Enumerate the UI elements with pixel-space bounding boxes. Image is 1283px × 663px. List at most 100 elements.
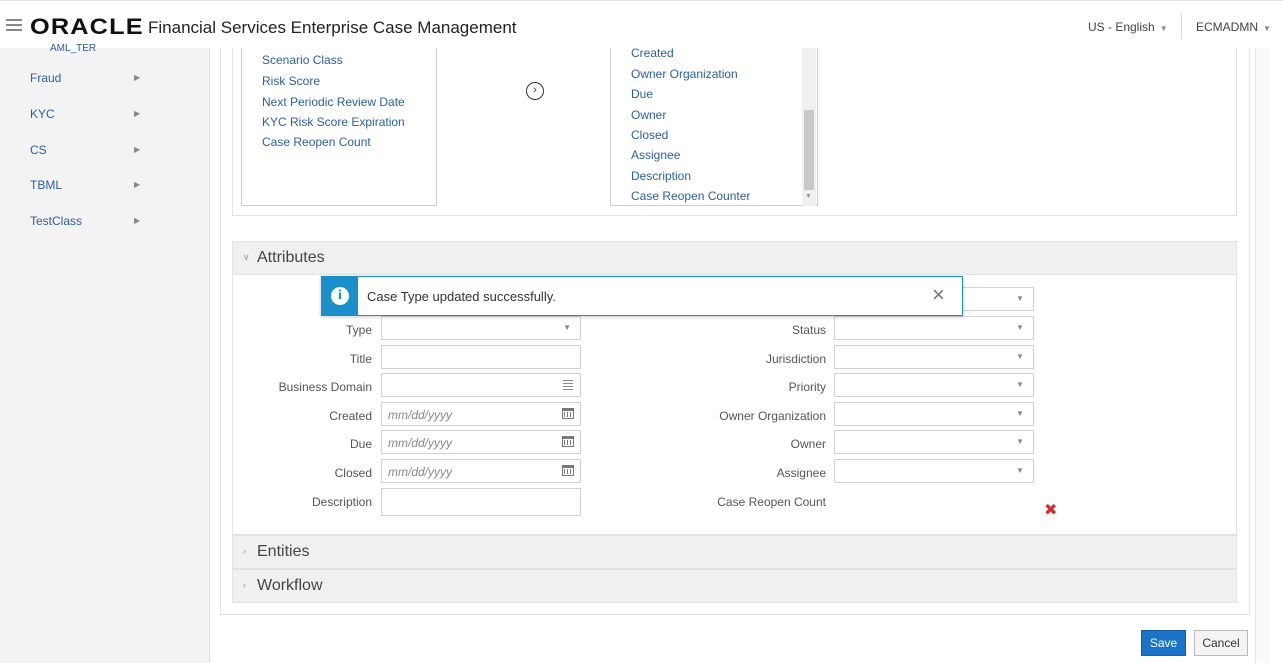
calendar-icon[interactable]: [562, 436, 574, 447]
chevron-down-icon: ▼: [1263, 24, 1271, 33]
hamburger-menu-icon[interactable]: [6, 19, 22, 31]
owner-organization-label: Owner Organization: [719, 409, 826, 423]
success-toast: i Case Type updated successfully. ×: [321, 276, 963, 316]
calendar-icon[interactable]: [562, 465, 574, 476]
assignee-select[interactable]: ▼: [834, 459, 1034, 483]
list-icon[interactable]: [563, 380, 573, 390]
chevron-right-icon: ▶: [134, 145, 141, 154]
title-input[interactable]: [381, 345, 581, 369]
description-input[interactable]: [381, 488, 581, 516]
section-title: Workflow: [257, 577, 323, 594]
business-domain-label: Business Domain: [278, 380, 372, 394]
save-button[interactable]: Save: [1141, 630, 1186, 656]
selected-list-scrollbar[interactable]: ▼: [802, 48, 816, 206]
due-date-input[interactable]: mm/dd/yyyy: [381, 430, 581, 454]
chevron-down-icon: ▼: [1159, 24, 1168, 33]
chevron-down-icon: ▼: [1016, 466, 1024, 475]
section-attributes[interactable]: ∨ Attributes: [232, 241, 1237, 275]
selected-field-item[interactable]: Case Reopen Counter: [631, 189, 750, 203]
type-select[interactable]: ▼: [381, 316, 581, 340]
sidebar: AML_TER Fraud ▶ KYC ▶ CS ▶ TBML ▶ TestClass ▶: [0, 43, 210, 663]
toast-icon-bar: i: [322, 277, 358, 315]
chevron-right-icon: ▶: [134, 216, 141, 225]
user-menu[interactable]: ECMADMN ▼: [1196, 20, 1271, 34]
status-label: Status: [791, 323, 826, 337]
date-placeholder: mm/dd/yyyy: [388, 465, 453, 479]
move-right-button[interactable]: ›: [526, 82, 544, 100]
sidebar-item-label: Fraud: [30, 71, 62, 85]
sidebar-item-partial[interactable]: AML_TER: [50, 43, 96, 54]
chevron-right-icon: ›: [243, 546, 246, 556]
selected-field-item[interactable]: Due: [631, 87, 653, 101]
chevron-down-icon[interactable]: ▼: [805, 193, 812, 200]
sidebar-item-tbml[interactable]: TBML ▶: [30, 178, 180, 198]
chevron-down-icon: ▼: [563, 323, 571, 332]
type-label: Type: [345, 323, 372, 337]
description-label: Description: [311, 495, 372, 509]
language-selector[interactable]: US - English ▼: [1088, 20, 1168, 34]
sidebar-item-testclass[interactable]: TestClass ▶: [30, 214, 180, 234]
priority-label: Priority: [788, 380, 826, 394]
section-entities[interactable]: › Entities: [232, 535, 1237, 569]
sidebar-item-label: TBML: [30, 178, 63, 192]
sidebar-item-cs[interactable]: CS ▶: [30, 143, 180, 163]
calendar-icon[interactable]: [562, 408, 574, 419]
selected-field-item[interactable]: Closed: [631, 128, 668, 142]
chevron-down-icon: ▼: [1016, 323, 1024, 332]
assignee-label: Assignee: [776, 466, 826, 480]
selected-field-item[interactable]: Owner: [631, 108, 666, 122]
business-domain-field[interactable]: [381, 373, 581, 397]
created-date-input[interactable]: mm/dd/yyyy: [381, 402, 581, 426]
section-workflow[interactable]: › Workflow: [232, 569, 1237, 603]
oracle-logo: ORACLE: [30, 14, 144, 39]
chevron-down-icon: ▼: [1016, 352, 1024, 361]
due-label: Due: [349, 437, 372, 451]
sidebar-item-kyc[interactable]: KYC ▶: [30, 107, 180, 127]
available-field-item[interactable]: Next Periodic Review Date: [262, 95, 405, 109]
page-scrollbar[interactable]: [1255, 48, 1269, 663]
remove-icon[interactable]: ✖: [1044, 500, 1057, 520]
selected-field-item[interactable]: Owner Organization: [631, 67, 738, 81]
chevron-down-icon: ∨: [243, 252, 250, 262]
available-field-item[interactable]: KYC Risk Score Expiration: [262, 115, 405, 129]
closed-date-input[interactable]: mm/dd/yyyy: [381, 459, 581, 483]
scrollbar-thumb[interactable]: [804, 110, 814, 190]
priority-select[interactable]: ▼: [834, 373, 1034, 397]
chevron-down-icon: ▼: [1016, 380, 1024, 389]
available-field-item[interactable]: Risk Score: [262, 74, 320, 88]
created-label: Created: [329, 409, 372, 423]
chevron-right-icon: ▶: [134, 180, 141, 189]
available-field-item[interactable]: Scenario Class: [262, 53, 343, 67]
user-name: ECMADMN: [1196, 20, 1258, 34]
sidebar-item-label: CS: [30, 143, 47, 157]
jurisdiction-label: Jurisdiction: [765, 352, 826, 366]
title-label: Title: [349, 352, 372, 366]
available-field-item[interactable]: Case Reopen Count: [262, 135, 371, 149]
selected-field-item[interactable]: Description: [631, 169, 691, 183]
chevron-down-icon: ▼: [1016, 409, 1024, 418]
closed-label: Closed: [334, 466, 372, 480]
sidebar-item-label: TestClass: [30, 214, 83, 228]
status-select[interactable]: ▼: [834, 316, 1034, 340]
selected-field-item[interactable]: Assignee: [631, 148, 680, 162]
language-label: US - English: [1088, 20, 1155, 34]
selected-field-item[interactable]: Created: [631, 46, 674, 60]
owner-organization-select[interactable]: ▼: [834, 402, 1034, 426]
sidebar-item-fraud[interactable]: Fraud ▶: [30, 71, 180, 91]
close-icon[interactable]: ×: [932, 282, 945, 308]
cancel-button[interactable]: Cancel: [1194, 630, 1248, 656]
app-header: ORACLE Financial Services Enterprise Cas…: [0, 0, 1283, 48]
jurisdiction-select[interactable]: ▼: [834, 345, 1034, 369]
date-placeholder: mm/dd/yyyy: [388, 408, 453, 422]
owner-select[interactable]: ▼: [834, 430, 1034, 454]
owner-label: Owner: [790, 437, 826, 451]
date-placeholder: mm/dd/yyyy: [388, 436, 453, 450]
chevron-down-icon: ▼: [1016, 294, 1024, 303]
sidebar-item-label: KYC: [30, 107, 55, 121]
toast-message: Case Type updated successfully.: [367, 289, 556, 304]
app-title: Financial Services Enterprise Case Manag…: [148, 18, 517, 37]
section-title: Entities: [257, 543, 310, 560]
case-reopen-count-label: Case Reopen Count: [717, 495, 826, 509]
chevron-right-icon: ›: [243, 580, 246, 590]
chevron-right-icon: ▶: [134, 73, 141, 82]
